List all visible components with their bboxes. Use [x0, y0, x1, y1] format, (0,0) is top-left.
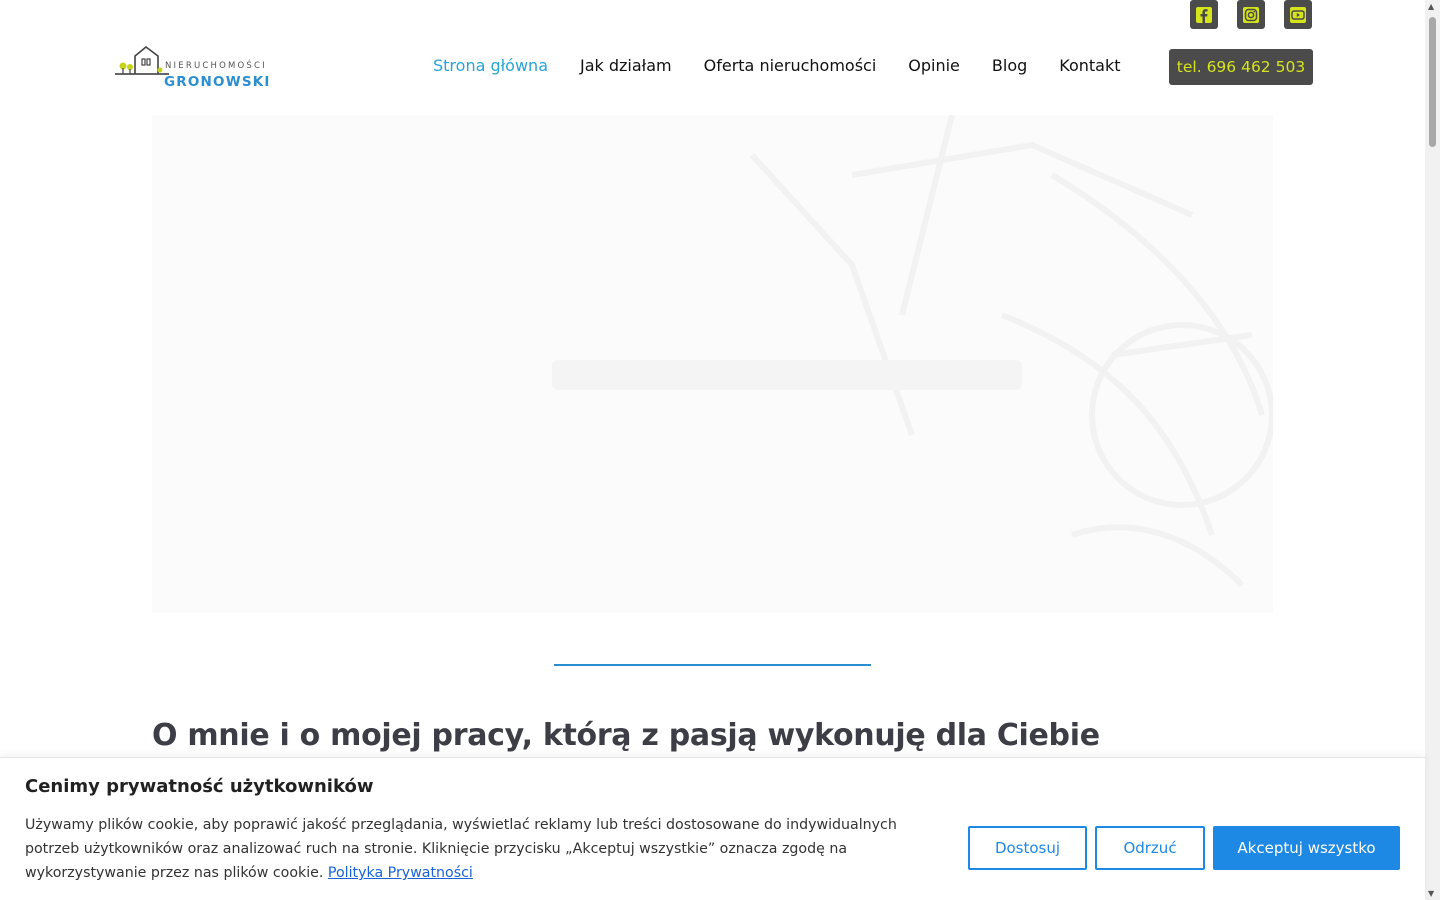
cookie-text: Używamy plików cookie, aby poprawić jako… — [25, 813, 945, 885]
nav-item-how-i-work[interactable]: Jak działam — [580, 56, 672, 76]
scroll-thumb[interactable] — [1429, 17, 1436, 147]
section-divider — [554, 664, 871, 666]
house-logo-icon — [115, 45, 169, 75]
site-logo[interactable]: NIERUCHOMOŚCI GRONOWSKI — [113, 44, 279, 90]
nav-item-blog[interactable]: Blog — [992, 56, 1027, 76]
nav-item-offers[interactable]: Oferta nieruchomości — [704, 56, 877, 76]
cookie-title: Cenimy prywatność użytkowników — [25, 776, 374, 797]
main-nav: Strona główna Jak działam Oferta nieruch… — [433, 56, 1153, 76]
social-links — [1190, 0, 1312, 29]
reject-button[interactable]: Odrzuć — [1095, 826, 1205, 870]
instagram-icon — [1243, 6, 1259, 23]
facebook-link[interactable] — [1190, 0, 1218, 29]
about-heading: O mnie i o mojej pracy, którą z pasją wy… — [152, 718, 1100, 753]
instagram-link[interactable] — [1237, 0, 1265, 29]
scroll-up-arrow-icon[interactable]: ▲ — [1428, 2, 1434, 11]
cookie-banner: Cenimy prywatność użytkowników Używamy p… — [0, 757, 1425, 900]
nav-item-home[interactable]: Strona główna — [433, 56, 548, 76]
customize-button[interactable]: Dostosuj — [968, 826, 1087, 870]
nav-item-contact[interactable]: Kontakt — [1059, 56, 1120, 76]
nav-item-reviews[interactable]: Opinie — [908, 56, 960, 76]
hero-image — [152, 115, 1273, 613]
accept-all-button[interactable]: Akceptuj wszystko — [1213, 826, 1400, 870]
phone-button[interactable]: tel. 696 462 503 — [1169, 49, 1313, 85]
youtube-link[interactable] — [1284, 0, 1312, 29]
youtube-icon — [1290, 6, 1306, 23]
facebook-icon — [1196, 6, 1212, 23]
scroll-down-arrow-icon[interactable]: ▼ — [1428, 889, 1434, 898]
logo-top-text: NIERUCHOMOŚCI — [165, 61, 267, 71]
logo-main-text: GRONOWSKI — [164, 74, 271, 90]
page-scrollbar[interactable]: ▲ ▼ — [1425, 0, 1440, 900]
hero-watermark-graphic — [552, 115, 1273, 588]
privacy-policy-link[interactable]: Polityka Prywatności — [328, 865, 473, 881]
